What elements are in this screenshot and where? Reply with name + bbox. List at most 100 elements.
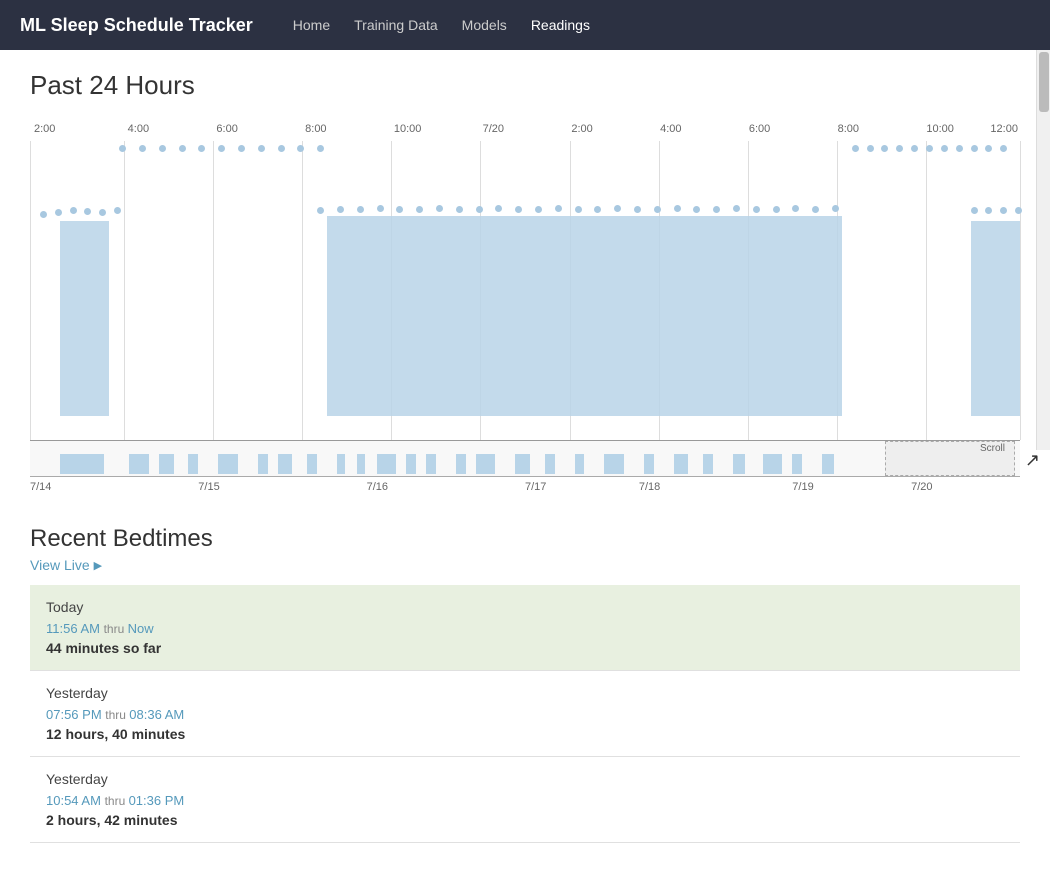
axis-label-4: 10:00	[394, 123, 422, 135]
dot	[1000, 145, 1007, 152]
dot	[792, 205, 799, 212]
bedtime-entry-yesterday-1: Yesterday 07:56 PM thru 08:36 AM 12 hour…	[30, 671, 1020, 757]
chart-container: 2:00 4:00 6:00 8:00 10:00 7/20 2:00 4:00…	[30, 117, 1020, 505]
dot	[317, 207, 324, 214]
dot	[114, 207, 121, 214]
dot	[926, 145, 933, 152]
dot	[654, 206, 661, 213]
duration-y2: 2 hours, 42 minutes	[46, 812, 1004, 828]
chart-plot	[30, 141, 1020, 441]
nav-models[interactable]: Models	[462, 13, 507, 37]
day-label-y2: Yesterday	[46, 771, 1004, 787]
dot	[614, 205, 621, 212]
axis-label-11: 12:00	[990, 123, 1018, 135]
dot	[179, 145, 186, 152]
dot	[773, 206, 780, 213]
bedtime-entry-today: Today 11:56 AM thru Now 44 minutes so fa…	[30, 585, 1020, 671]
time-range-today: 11:56 AM thru Now	[46, 621, 1004, 636]
main-content: Past 24 Hours 2:00 4:00 6:00 8:00 10:00 …	[0, 50, 1050, 863]
axis-label-10: 10:00	[926, 123, 954, 135]
dot	[396, 206, 403, 213]
bottom-axis-3: 7/17	[525, 481, 546, 493]
dot	[1000, 207, 1007, 214]
dot	[985, 145, 992, 152]
dot	[278, 145, 285, 152]
axis-label-1: 4:00	[128, 123, 149, 135]
thru-y2: thru	[105, 794, 129, 808]
dot	[674, 205, 681, 212]
dot	[555, 205, 562, 212]
end-time-y1: 08:36 AM	[129, 707, 184, 722]
dot	[436, 205, 443, 212]
dot	[867, 145, 874, 152]
axis-label-7: 4:00	[660, 123, 681, 135]
bottom-axis-5: 7/19	[792, 481, 813, 493]
view-live-link[interactable]: View Live ▶	[30, 557, 102, 573]
axis-label-8: 6:00	[749, 123, 770, 135]
axis-label-6: 2:00	[571, 123, 592, 135]
sleep-block-3	[971, 221, 1021, 416]
dot	[693, 206, 700, 213]
dot	[238, 145, 245, 152]
dot	[55, 209, 62, 216]
dot	[971, 207, 978, 214]
scroll-label: Scroll	[980, 443, 1005, 454]
mini-chart: Scroll	[30, 441, 1020, 477]
chart-top-axis: 2:00 4:00 6:00 8:00 10:00 7/20 2:00 4:00…	[34, 117, 1020, 141]
dot	[515, 206, 522, 213]
bottom-axis-4: 7/18	[639, 481, 660, 493]
dot	[357, 206, 364, 213]
dot	[476, 206, 483, 213]
dot	[337, 206, 344, 213]
bottom-axis-1: 7/15	[198, 481, 219, 493]
view-live-label: View Live	[30, 557, 90, 573]
dot	[1015, 207, 1022, 214]
dot	[985, 207, 992, 214]
start-time-today: 11:56 AM	[46, 621, 100, 636]
axis-label-9: 8:00	[838, 123, 859, 135]
duration-today: 44 minutes so far	[46, 640, 1004, 656]
dot	[84, 208, 91, 215]
nav-readings[interactable]: Readings	[531, 13, 590, 37]
axis-label-3: 8:00	[305, 123, 326, 135]
axis-label-0: 2:00	[34, 123, 55, 135]
dot	[456, 206, 463, 213]
end-time-y2: 01:36 PM	[129, 793, 185, 808]
dot	[495, 205, 502, 212]
dot	[634, 206, 641, 213]
dot	[852, 145, 859, 152]
nav-home[interactable]: Home	[293, 13, 330, 37]
nav-menu: Home Training Data Models Readings	[293, 13, 590, 37]
dot	[198, 145, 205, 152]
dot	[99, 209, 106, 216]
section-title: Recent Bedtimes	[30, 525, 1020, 553]
dot	[941, 145, 948, 152]
bottom-axis-6: 7/20	[911, 481, 932, 493]
day-label-today: Today	[46, 599, 1004, 615]
dot	[139, 145, 146, 152]
axis-label-2: 6:00	[216, 123, 237, 135]
sleep-block-2	[327, 216, 842, 416]
bottom-axis-0: 7/14	[30, 481, 51, 493]
page-title: Past 24 Hours	[30, 70, 1020, 101]
navbar: ML Sleep Schedule Tracker Home Training …	[0, 0, 1050, 50]
dot	[535, 206, 542, 213]
dot	[753, 206, 760, 213]
dot	[896, 145, 903, 152]
dot	[911, 145, 918, 152]
dot	[218, 145, 225, 152]
duration-y1: 12 hours, 40 minutes	[46, 726, 1004, 742]
time-range-y2: 10:54 AM thru 01:36 PM	[46, 793, 1004, 808]
start-time-y1: 07:56 PM	[46, 707, 102, 722]
dot	[733, 205, 740, 212]
dot	[832, 205, 839, 212]
sleep-block-1	[60, 221, 110, 416]
dot	[594, 206, 601, 213]
cursor: ↗	[1025, 450, 1040, 471]
dot	[713, 206, 720, 213]
dot	[575, 206, 582, 213]
dot	[971, 145, 978, 152]
nav-training-data[interactable]: Training Data	[354, 13, 438, 37]
dot	[377, 205, 384, 212]
bottom-axis-2: 7/16	[367, 481, 388, 493]
